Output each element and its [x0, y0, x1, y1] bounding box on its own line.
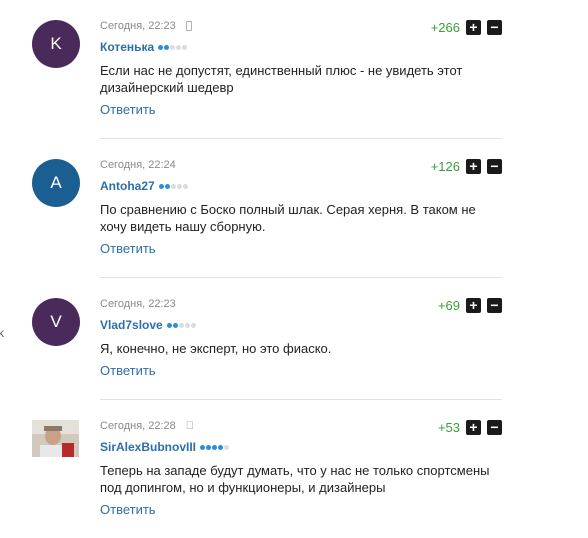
comment-score: +69 — [437, 298, 460, 313]
rating-dot — [170, 183, 176, 189]
comment-score: +266 — [430, 20, 460, 35]
rating-dot — [190, 322, 196, 328]
timestamp: Сегодня, 22:28 — [100, 420, 176, 432]
comment-meta: Сегодня, 22:28  — [100, 420, 194, 432]
edge-mark: k — [0, 326, 4, 340]
rating-dot — [182, 183, 188, 189]
comment-score: +53 — [437, 420, 460, 435]
comment-text: По сравнению с Боско полный шлак. Серая … — [100, 202, 476, 234]
rating-dot — [166, 322, 172, 328]
comment-meta: Сегодня, 22:23 — [100, 20, 192, 32]
rating-dot — [158, 44, 164, 50]
upvote-button[interactable]: + — [466, 159, 481, 174]
avatar[interactable]: A — [32, 159, 80, 207]
rating-dot — [178, 322, 184, 328]
downvote-button[interactable]: − — [487, 20, 502, 35]
rating-dot — [176, 44, 182, 50]
avatar[interactable]: V — [32, 298, 80, 346]
reply-link[interactable]: Ответить — [100, 363, 156, 378]
comment-divider — [100, 277, 502, 278]
rating-dot — [184, 322, 190, 328]
reply-link[interactable]: Ответить — [100, 502, 156, 517]
upvote-button[interactable]: + — [466, 20, 481, 35]
apple-icon:  — [186, 420, 194, 432]
rating-dot — [164, 44, 170, 50]
avatar-photo — [32, 420, 79, 457]
rating-dot — [224, 444, 230, 450]
rating-dot — [206, 444, 212, 450]
comment-text: Теперь на западе будут думать, что у нас… — [100, 463, 490, 495]
upvote-button[interactable]: + — [466, 420, 481, 435]
rating-dot — [218, 444, 224, 450]
downvote-button[interactable]: − — [487, 298, 502, 313]
rating-dots — [166, 322, 196, 328]
timestamp: Сегодня, 22:23 — [100, 20, 176, 32]
comment-score: +126 — [430, 159, 460, 174]
comment-text: Я, конечно, не эксперт, но это фиаско. — [100, 341, 332, 356]
comment-text: Если нас не допустят, единственный плюс … — [100, 63, 463, 95]
rating-dot — [176, 183, 182, 189]
comment-meta: Сегодня, 22:23 — [100, 298, 176, 310]
author-name: SirAlexBubnovIII — [100, 440, 230, 454]
timestamp: Сегодня, 22:24 — [100, 159, 176, 171]
downvote-button[interactable]: − — [487, 159, 502, 174]
comment-divider — [100, 138, 502, 139]
timestamp: Сегодня, 22:23 — [100, 298, 176, 310]
rating-dot — [212, 444, 218, 450]
rating-dot — [182, 44, 188, 50]
author-link[interactable]: SirAlexBubnovIII — [100, 440, 196, 454]
rating-dot — [158, 183, 164, 189]
rating-dots — [158, 183, 188, 189]
comment-meta: Сегодня, 22:24 — [100, 159, 176, 171]
comment-divider — [100, 399, 502, 400]
avatar[interactable]: K — [32, 20, 80, 68]
author-name: Котенька — [100, 40, 188, 54]
rating-dot — [172, 322, 178, 328]
rating-dot — [164, 183, 170, 189]
reply-link[interactable]: Ответить — [100, 102, 156, 117]
rating-dots — [158, 44, 188, 50]
rating-dots — [200, 444, 230, 450]
author-name: Vlad7slove — [100, 318, 196, 332]
rating-dot — [170, 44, 176, 50]
upvote-button[interactable]: + — [466, 298, 481, 313]
phone-icon — [185, 21, 192, 31]
avatar[interactable] — [32, 420, 79, 457]
reply-link[interactable]: Ответить — [100, 241, 156, 256]
author-name: Antoha27 — [100, 179, 188, 193]
author-link[interactable]: Котенька — [100, 40, 154, 54]
author-link[interactable]: Antoha27 — [100, 179, 155, 193]
author-link[interactable]: Vlad7slove — [100, 318, 163, 332]
downvote-button[interactable]: − — [487, 420, 502, 435]
rating-dot — [200, 444, 206, 450]
